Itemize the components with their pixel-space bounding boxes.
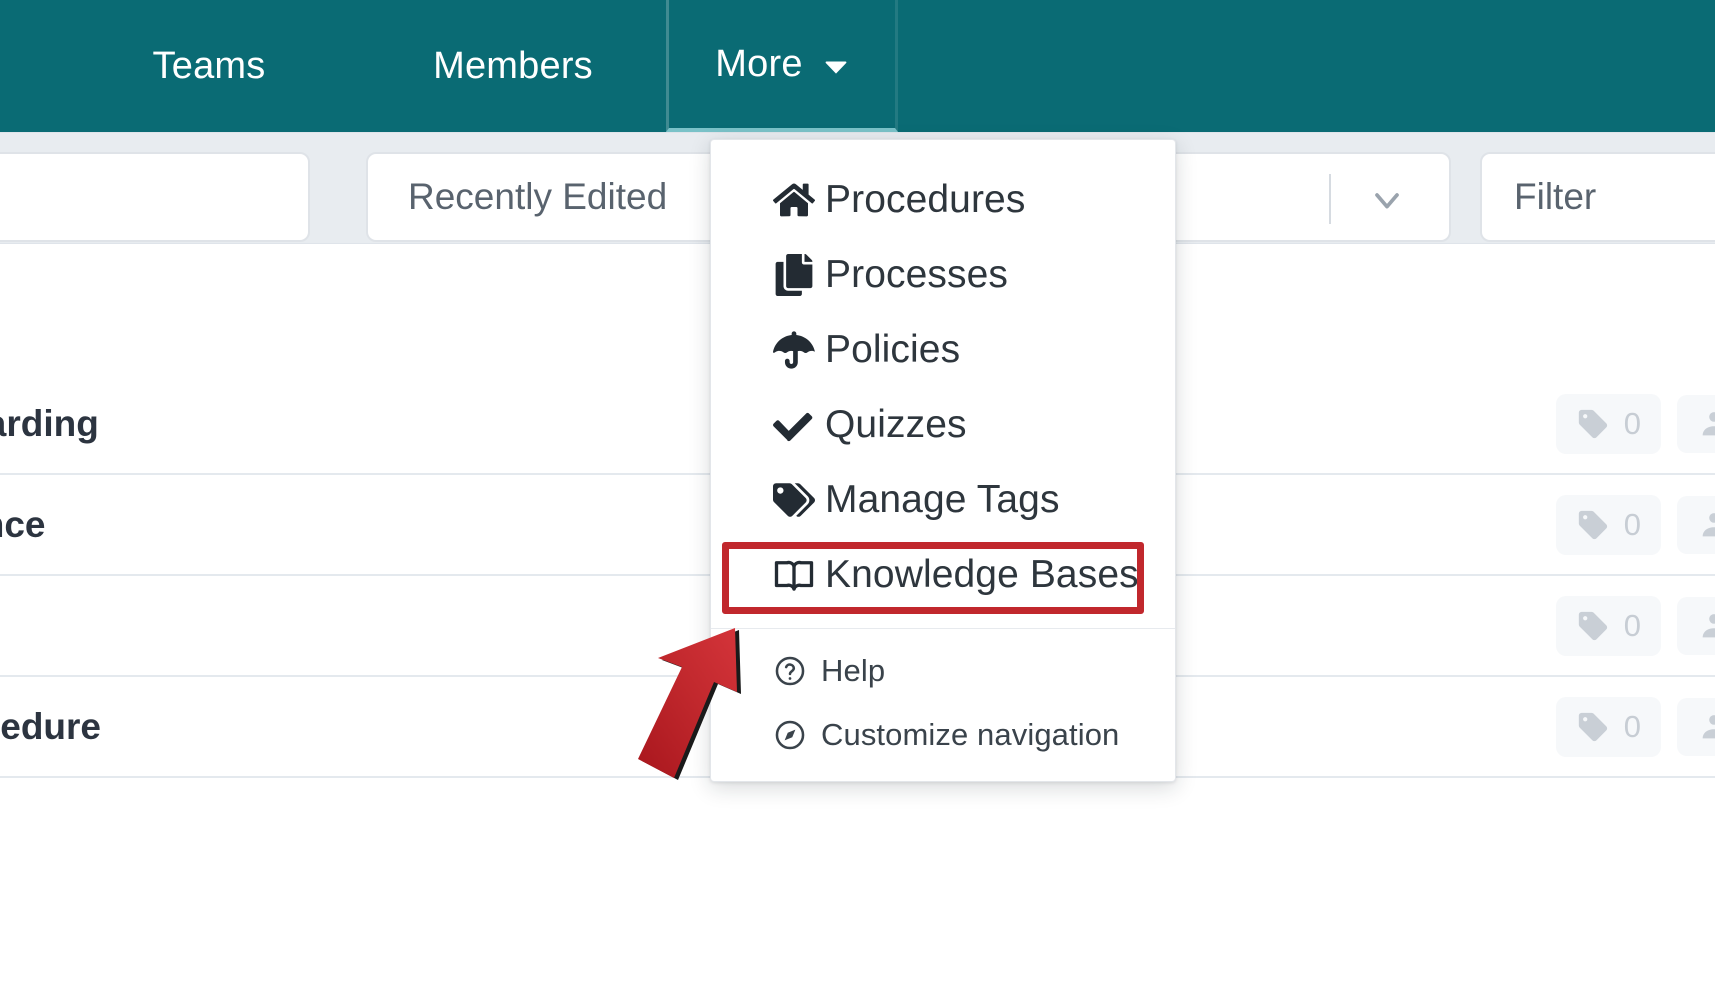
row-badges: 0 — [1555, 494, 1715, 555]
nav-tab-teams-label: Teams — [152, 44, 266, 87]
tag-count-value: 0 — [1623, 708, 1641, 744]
check-icon — [773, 404, 825, 446]
row-badges: 0 — [1555, 393, 1715, 454]
row-badges: 0 — [1555, 696, 1715, 757]
menu-item-knowledge-bases[interactable]: Knowledge Bases — [711, 537, 1175, 612]
member-count-badge[interactable] — [1677, 596, 1715, 655]
member-count-badge[interactable] — [1677, 394, 1715, 453]
menu-item-policies[interactable]: Policies — [711, 312, 1175, 387]
copy-documents-icon — [773, 253, 825, 296]
filter-label: Filter — [1514, 176, 1597, 217]
home-icon — [773, 179, 825, 221]
sort-selected-value: Recently Edited — [408, 176, 668, 217]
top-navigation-bar: Teams Members More — [0, 0, 1715, 132]
menu-item-help-label: Help — [821, 653, 886, 688]
tag-count-badge[interactable]: 0 — [1555, 595, 1661, 656]
menu-divider — [711, 628, 1175, 629]
nav-tab-more[interactable]: More — [666, 0, 898, 132]
chevron-down-icon — [823, 55, 849, 81]
search-input[interactable] — [0, 152, 310, 242]
tag-count-value: 0 — [1623, 405, 1641, 441]
menu-item-procedures[interactable]: Procedures — [711, 162, 1175, 237]
menu-item-customize-navigation[interactable]: Customize navigation — [711, 703, 1175, 767]
nav-tab-more-label: More — [715, 42, 803, 85]
nav-tab-members-label: Members — [433, 44, 593, 87]
tag-count-badge[interactable]: 0 — [1555, 393, 1661, 454]
member-count-badge[interactable] — [1677, 495, 1715, 554]
row-title: Procedure — [0, 705, 102, 747]
menu-item-manage-tags[interactable]: Manage Tags — [711, 462, 1175, 537]
menu-item-knowledge-bases-label: Knowledge Bases — [825, 552, 1139, 596]
row-title: enance — [0, 503, 46, 545]
menu-item-customize-navigation-label: Customize navigation — [821, 717, 1120, 752]
nav-tab-teams[interactable]: Teams — [84, 0, 334, 132]
more-dropdown-menu: Procedures Processes Policies Quizzes Ma… — [710, 139, 1176, 782]
nav-tab-members[interactable]: Members — [388, 0, 638, 132]
menu-item-manage-tags-label: Manage Tags — [825, 477, 1060, 521]
question-circle-icon — [773, 654, 821, 688]
row-title: nboarding — [0, 402, 99, 444]
menu-item-processes-label: Processes — [825, 252, 1008, 296]
tag-count-badge[interactable]: 0 — [1555, 696, 1661, 757]
menu-item-help[interactable]: Help — [711, 639, 1175, 703]
menu-item-policies-label: Policies — [825, 327, 961, 371]
menu-item-processes[interactable]: Processes — [711, 237, 1175, 312]
menu-item-quizzes-label: Quizzes — [825, 402, 967, 446]
app-root: Recently Edited Filter nboarding 0 — [0, 0, 1715, 992]
top-navigation-tabs: Teams Members More — [0, 0, 898, 132]
tag-count-value: 0 — [1623, 506, 1641, 542]
menu-item-procedures-label: Procedures — [825, 177, 1026, 221]
sort-divider — [1329, 174, 1331, 224]
umbrella-icon — [773, 329, 825, 371]
tag-icon — [773, 479, 825, 521]
chevron-down-icon[interactable] — [1367, 180, 1407, 220]
filter-button[interactable]: Filter — [1480, 152, 1715, 242]
open-book-icon — [773, 554, 825, 596]
tag-count-value: 0 — [1623, 607, 1641, 643]
compass-icon — [773, 718, 821, 752]
tag-count-badge[interactable]: 0 — [1555, 494, 1661, 555]
row-badges: 0 — [1555, 595, 1715, 656]
member-count-badge[interactable] — [1677, 697, 1715, 756]
menu-item-quizzes[interactable]: Quizzes — [711, 387, 1175, 462]
